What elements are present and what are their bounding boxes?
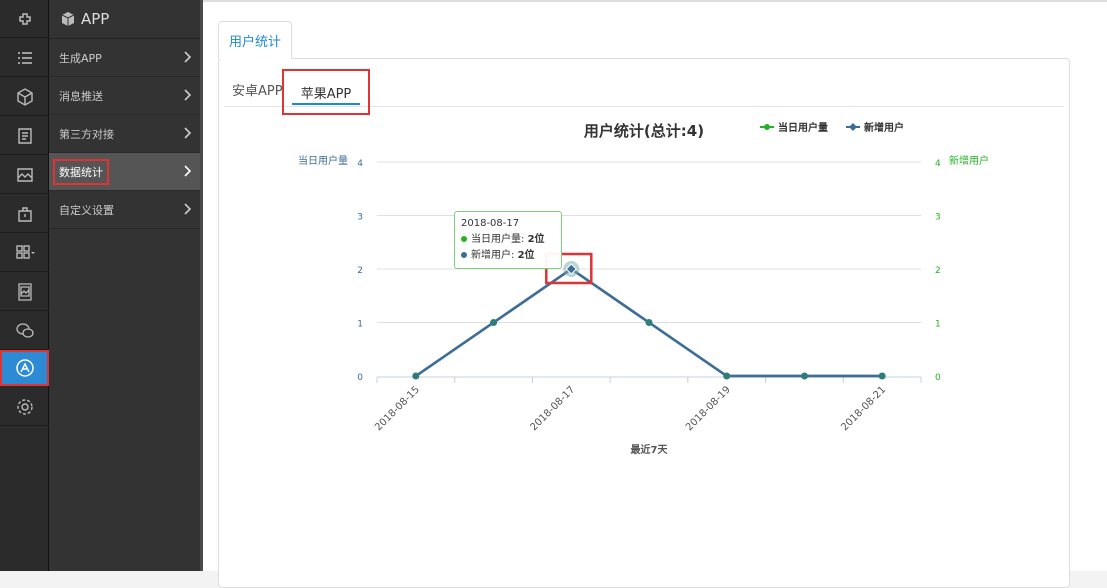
x-axis-title: 最近7天 <box>631 443 669 456</box>
rail-wechat[interactable] <box>0 312 49 350</box>
menu-item-statistics[interactable]: 数据统计 <box>49 153 200 191</box>
menu-header-title: APP <box>81 10 110 28</box>
menu-item-third-party[interactable]: 第三方对接 <box>49 115 200 153</box>
icon-rail <box>0 0 49 571</box>
y-tick-right: 2 <box>935 266 941 276</box>
document-icon <box>17 127 32 144</box>
data-point <box>723 372 731 380</box>
y-tick-left: 3 <box>357 213 363 223</box>
menu-item-push[interactable]: 消息推送 <box>49 77 200 115</box>
chevron-right-icon <box>184 203 192 215</box>
user-stats-chart: 用户统计(总计:4) 当日用户量 新增用户当日用户量 新增用户0 01 12 23 34 420… <box>298 121 989 456</box>
tooltip-line1: 当日用户量: 2位 <box>461 232 555 248</box>
x-tick-label: 2018-08-15 <box>373 384 422 433</box>
y-axis-right-title: 新增用户 <box>949 154 989 167</box>
chart-title: 用户统计(总计:4) <box>584 122 704 140</box>
app-store-icon <box>15 358 34 377</box>
x-tick-label: 2018-08-21 <box>839 384 888 433</box>
legend-label: 当日用户量 <box>778 121 828 134</box>
tab-user-statistics[interactable]: 用户统计 <box>218 21 293 59</box>
menu-item-generate-app[interactable]: 生成APP <box>49 39 200 77</box>
y-axis-left-title: 当日用户量 <box>298 154 348 167</box>
tooltip-line2-label: 新增用户: <box>471 250 515 261</box>
data-point <box>800 372 808 380</box>
data-point <box>645 319 653 326</box>
bag-icon <box>17 206 32 222</box>
rail-app-store[interactable] <box>0 350 49 386</box>
menu-item-label: 生成APP <box>59 51 102 65</box>
gear-icon <box>16 398 33 415</box>
y-tick-right: 1 <box>935 320 941 330</box>
chevron-right-icon <box>184 89 192 101</box>
menu-item-label: 数据统计 <box>53 158 109 185</box>
legend-swatch-marker <box>849 123 857 131</box>
x-tick-label: 2018-08-19 <box>684 384 733 433</box>
y-tick-right: 3 <box>935 213 941 223</box>
menu-item-label: 自定义设置 <box>59 203 114 217</box>
tooltip-date: 2018-08-17 <box>461 218 520 229</box>
cube-icon <box>61 12 75 26</box>
rail-bag[interactable] <box>0 195 49 233</box>
y-tick-left: 2 <box>357 266 363 276</box>
y-tick-left: 0 <box>357 373 363 383</box>
tooltip-line1-value: 2位 <box>527 234 545 245</box>
data-point <box>490 319 498 326</box>
menu-item-label: 消息推送 <box>59 89 103 103</box>
data-point <box>878 372 886 380</box>
rail-plugin[interactable] <box>0 0 49 38</box>
y-tick-left: 4 <box>357 159 363 169</box>
x-tick-label: 2018-08-17 <box>529 384 578 433</box>
legend-dot <box>461 236 467 242</box>
grid-icon <box>15 244 35 259</box>
chevron-right-icon <box>184 51 192 63</box>
rail-gear[interactable] <box>0 388 49 426</box>
y-tick-left: 1 <box>357 320 363 330</box>
wechat-icon <box>15 322 34 338</box>
plugin-icon <box>18 12 31 25</box>
tooltip-line1-label: 当日用户量: <box>471 234 525 245</box>
legend-label: 新增用户 <box>864 121 904 134</box>
main-content: 用户统计 安卓APP 苹果APP 用户统计(总计:4) 当日用户量 新增用户 当日用户… <box>203 0 1107 588</box>
y-tick-right: 4 <box>935 159 941 169</box>
menu-item-label: 第三方对接 <box>59 127 114 141</box>
tooltip-line2: 新增用户: 2位 <box>461 248 555 264</box>
list-icon <box>17 51 32 64</box>
chevron-right-icon <box>184 127 192 139</box>
rail-list[interactable] <box>0 39 49 77</box>
data-point <box>412 372 420 380</box>
y-tick-right: 0 <box>935 373 941 383</box>
legend-swatch-marker <box>764 124 770 130</box>
menu-item-custom-settings[interactable]: 自定义设置 <box>49 191 200 229</box>
chart-tooltip: 2018-08-17 当日用户量: 2位 新增用户: 2位 <box>454 211 562 269</box>
rail-cube[interactable] <box>0 78 49 116</box>
rail-picture-frame[interactable] <box>0 273 49 311</box>
rail-grid[interactable] <box>0 234 49 272</box>
rail-image[interactable] <box>0 156 49 194</box>
picture-frame-icon <box>17 282 32 301</box>
cube-icon <box>16 87 33 106</box>
chevron-right-icon <box>184 165 192 177</box>
tooltip-line2-value: 2位 <box>517 250 535 261</box>
secondary-menu: APP 生成APP 消息推送 第三方对接 数据统计 自定义设置 <box>49 0 200 571</box>
image-icon <box>16 167 33 182</box>
rail-document[interactable] <box>0 117 49 155</box>
menu-header: APP <box>49 0 200 39</box>
legend-dot <box>461 252 467 258</box>
